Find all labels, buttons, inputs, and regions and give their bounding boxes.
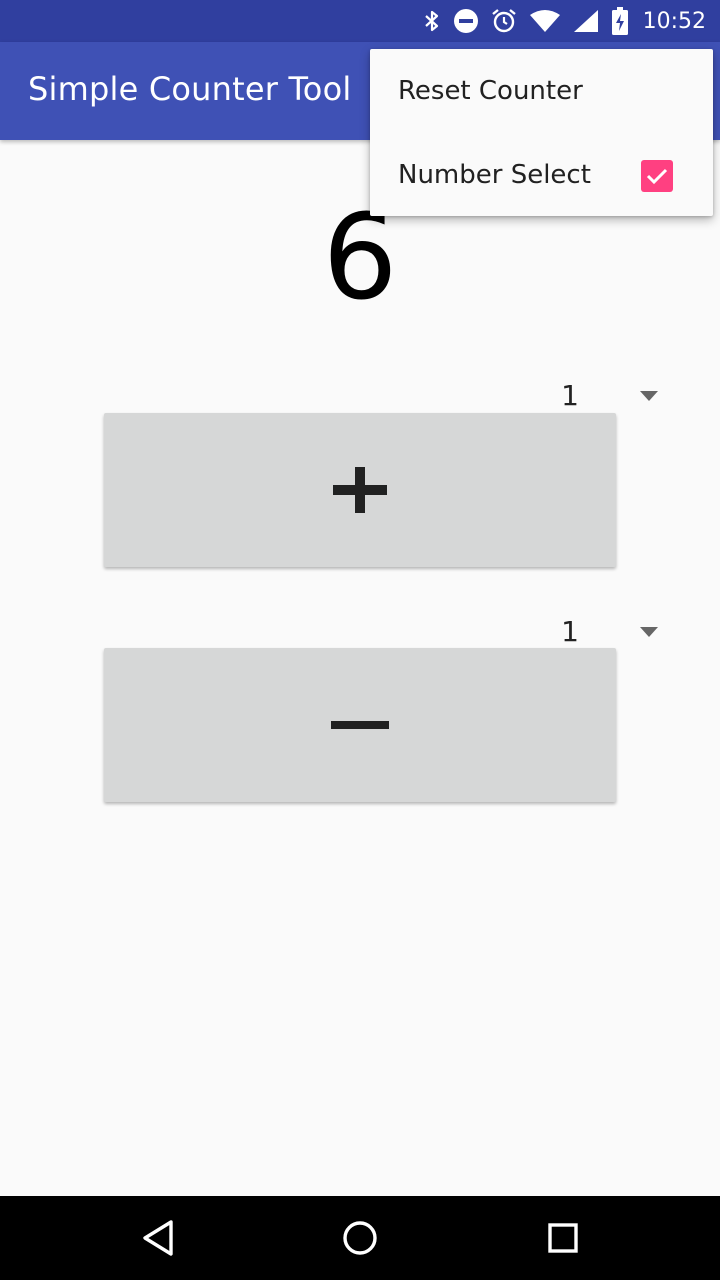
wifi-icon [529,10,560,32]
back-button[interactable] [137,1216,181,1260]
status-icons: 10:52 [423,0,706,42]
increment-button[interactable] [104,413,616,567]
minus-icon [331,721,389,729]
cell-signal-icon [573,10,598,32]
checkmark-icon [646,168,668,185]
dropdown-arrow-icon [640,391,658,401]
navigation-bar [0,1196,720,1280]
recents-button[interactable] [541,1216,585,1260]
home-button[interactable] [338,1216,382,1260]
plus-icon [333,467,387,513]
recents-icon [548,1223,578,1253]
home-icon [343,1221,377,1255]
alarm-icon [491,9,516,33]
overflow-menu: Reset Counter Number Select [370,49,713,216]
decrement-step-spinner[interactable]: 1 [548,612,668,652]
increment-step-value: 1 [561,379,579,412]
decrement-button[interactable] [104,648,616,802]
status-bar: 10:52 [0,0,720,42]
back-icon [143,1220,173,1256]
increment-step-spinner[interactable]: 1 [548,376,668,416]
app-title: Simple Counter Tool [28,70,352,108]
battery-charging-icon [611,7,628,35]
menu-item-label: Number Select [398,160,591,190]
status-time: 10:52 [642,8,706,34]
dropdown-arrow-icon [640,627,658,637]
bluetooth-icon [424,10,438,32]
menu-item-label: Reset Counter [398,76,583,106]
menu-item-reset-counter[interactable]: Reset Counter [370,49,713,133]
number-select-checkbox[interactable] [641,160,673,192]
menu-item-number-select[interactable]: Number Select [370,133,713,217]
do-not-disturb-icon [453,9,478,33]
decrement-step-value: 1 [561,615,579,648]
